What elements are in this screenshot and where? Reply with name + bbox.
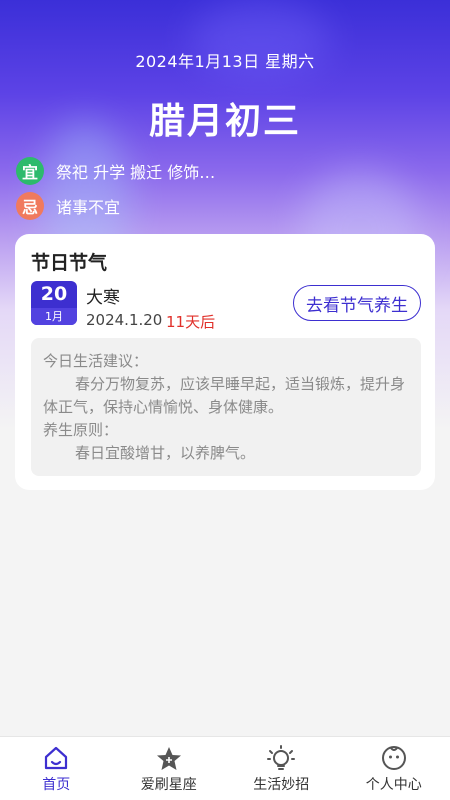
tab-life-tips[interactable]: 生活妙招 [225, 737, 338, 800]
yi-badge: 宜 [16, 157, 44, 185]
principle-heading: 养生原则： [43, 421, 119, 439]
ji-badge: 忌 [16, 192, 44, 220]
lightbulb-icon [267, 745, 296, 770]
home-icon [45, 746, 68, 770]
days-left: 11天后 [166, 313, 216, 331]
card-title: 节日节气 [31, 252, 108, 274]
solar-date: 2024年1月13日 星期六 [135, 52, 315, 71]
tab-horoscope[interactable]: 爱刷星座 [113, 737, 226, 800]
star-icon [156, 747, 181, 770]
tab-profile[interactable]: 个人中心 [338, 737, 450, 800]
principle-body: 春日宜酸增甘，以养脾气。 [75, 444, 256, 462]
date-badge: 20 1月 [31, 281, 77, 325]
solar-term-name: 大寒 [86, 288, 120, 308]
profile-face-icon [381, 746, 406, 770]
tab-profile-label: 个人中心 [365, 777, 422, 793]
festival-card: 节日节气 20 1月 大寒 2024.1.20 11天后 去看节气养生 今日生活… [15, 234, 435, 490]
health-tips-button[interactable]: 去看节气养生 [293, 285, 421, 321]
yi-row: 宜 祭祀 升学 搬迁 修饰… [16, 157, 215, 185]
yi-text: 祭祀 升学 搬迁 修饰… [56, 163, 216, 182]
date-badge-day: 20 [40, 283, 68, 305]
ji-row: 忌 诸事不宜 [16, 192, 120, 220]
tab-home-label: 首页 [42, 777, 71, 793]
ji-text: 诸事不宜 [56, 198, 121, 217]
lunar-date: 腊月初三 [148, 101, 301, 142]
tab-horoscope-label: 爱刷星座 [140, 777, 197, 793]
advice-body: 春分万物复苏，应该早睡早起，适当锻炼，提升身体正气，保持心情愉悦、身体健康。 [43, 375, 406, 416]
date-badge-month: 1月 [31, 308, 77, 325]
solar-term-date: 2024.1.20 [86, 311, 163, 329]
advice-box: 今日生活建议： 春分万物复苏，应该早睡早起，适当锻炼，提升身体正气，保持心情愉悦… [31, 338, 421, 476]
tab-home[interactable]: 首页 [0, 737, 113, 800]
advice-heading: 今日生活建议： [43, 352, 149, 370]
bottom-tab-bar: 首页 爱刷星座 生活妙招 个人中心 [0, 736, 450, 800]
tab-life-tips-label: 生活妙招 [253, 777, 310, 793]
